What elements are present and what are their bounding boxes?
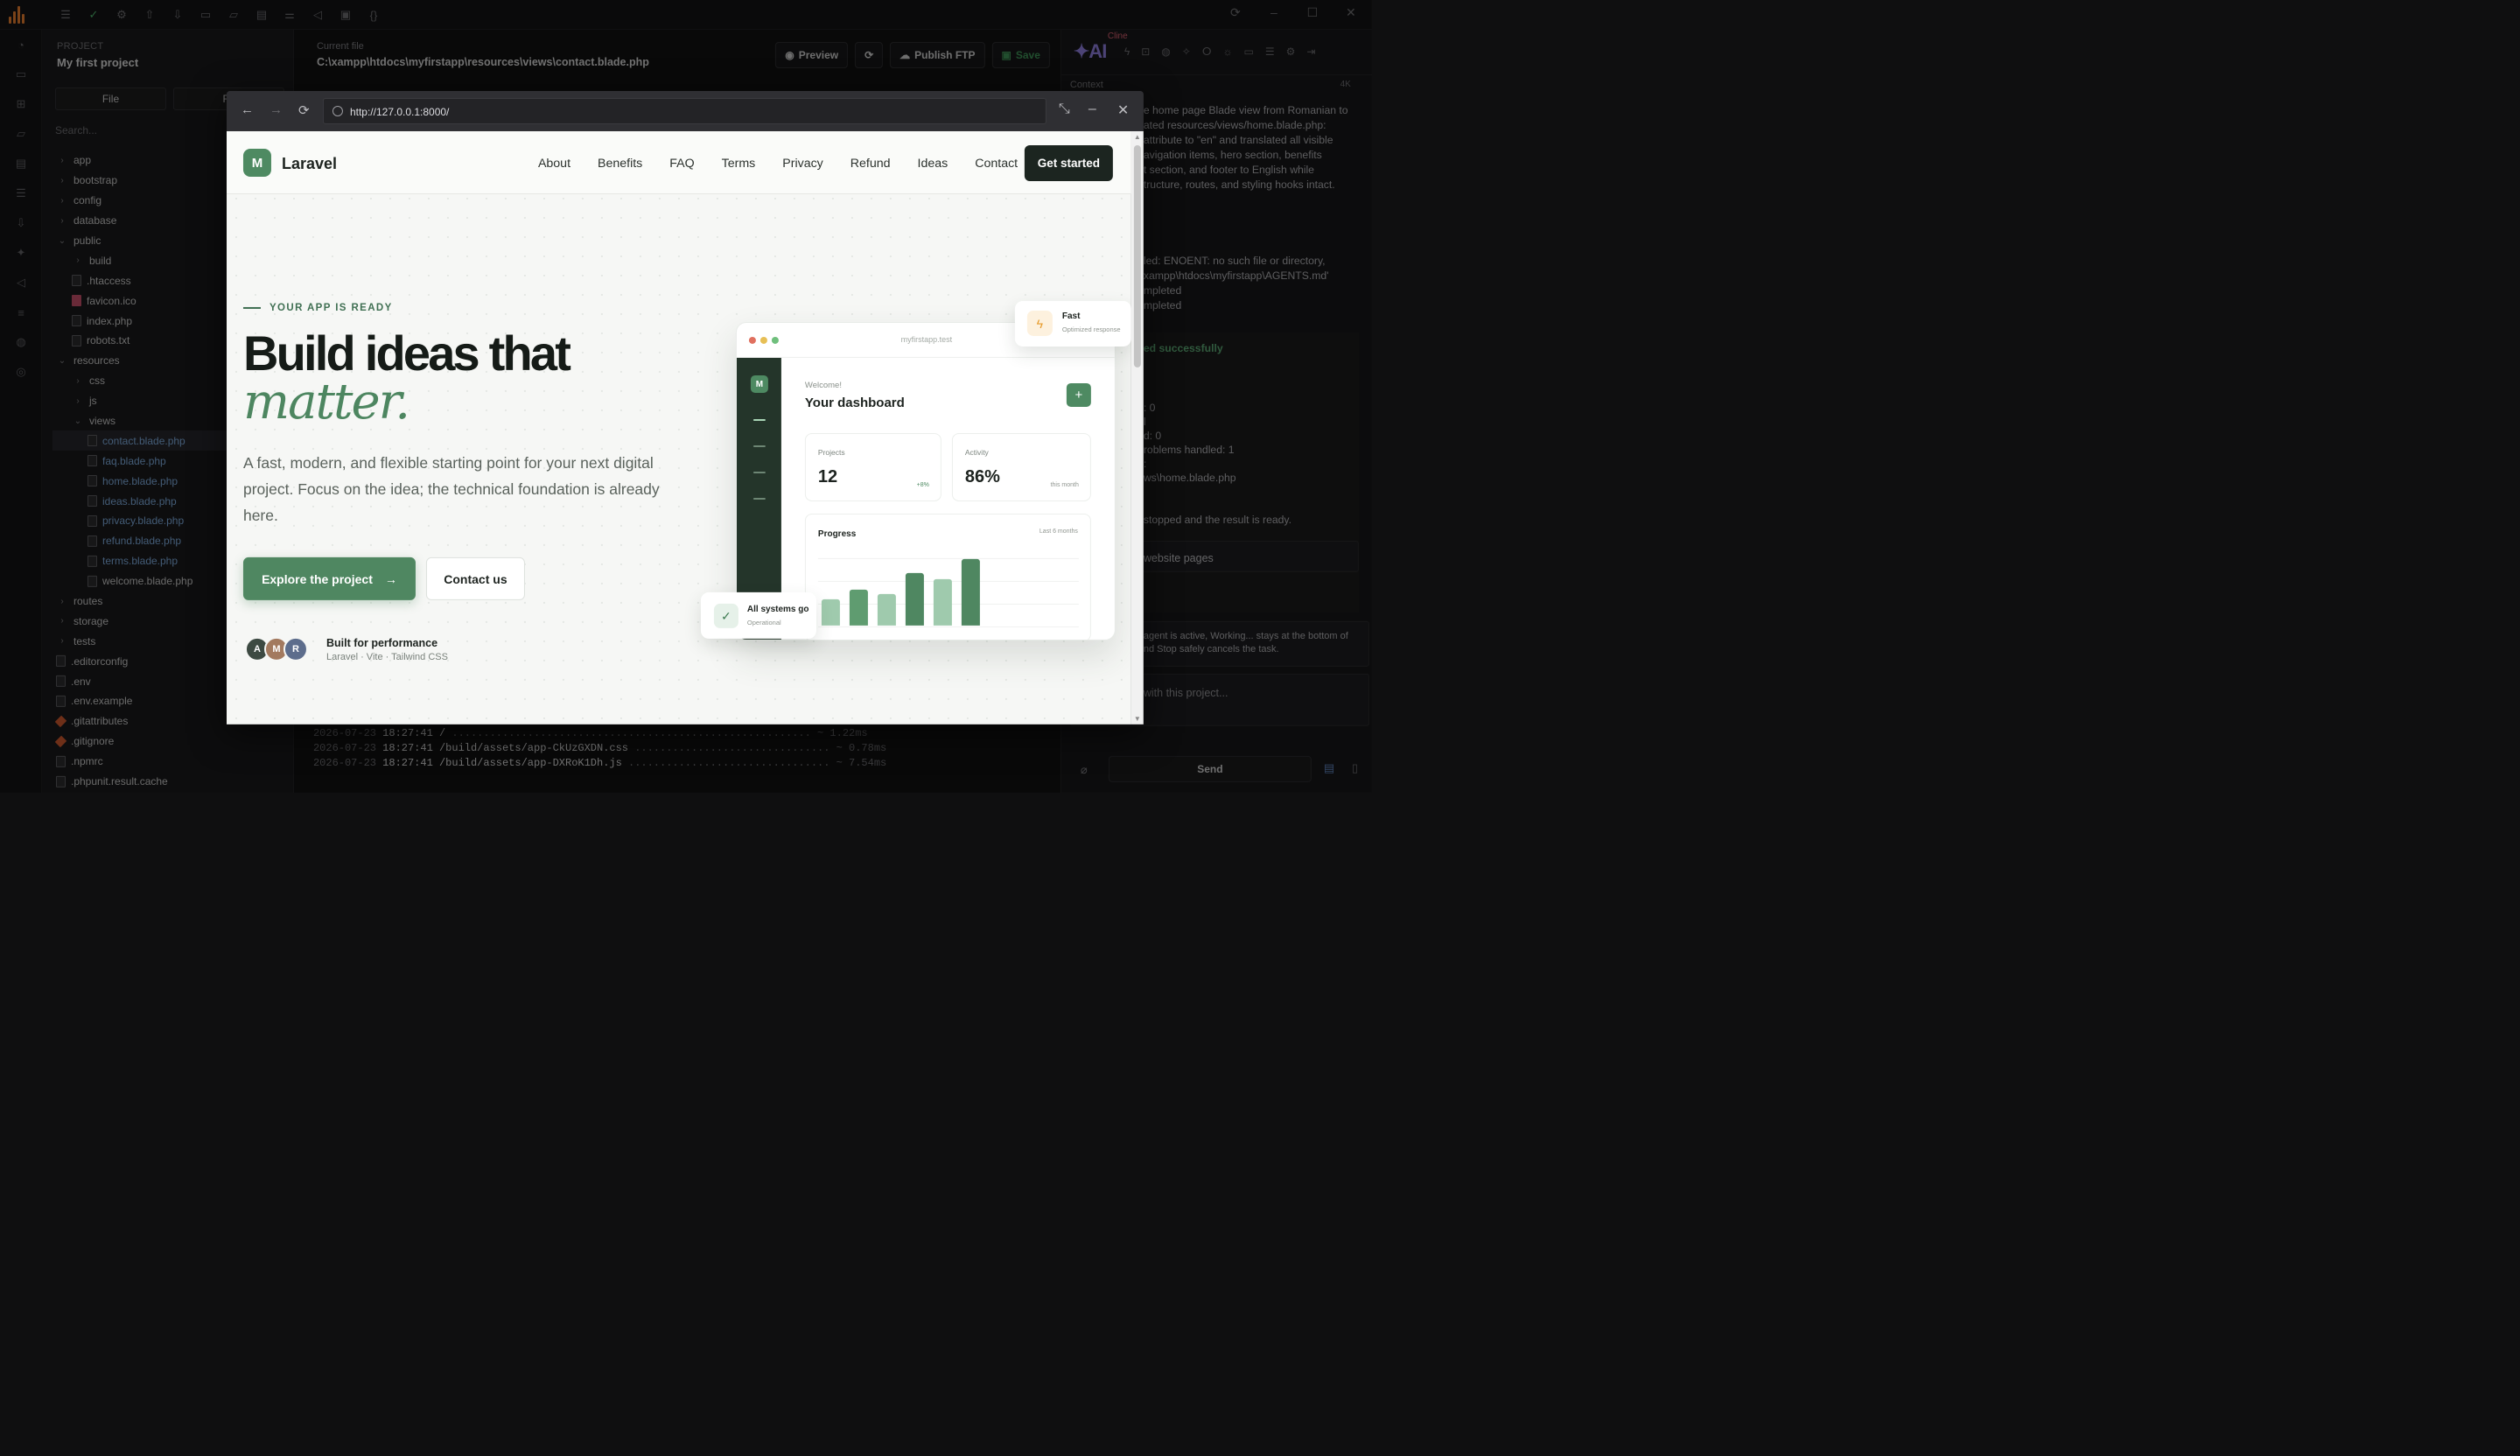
- nav-link-faq[interactable]: FAQ: [669, 157, 694, 171]
- check-icon: ✓: [713, 603, 738, 628]
- contact-us-button[interactable]: Contact us: [425, 556, 525, 600]
- stat-label: Projects: [817, 447, 845, 457]
- browser-toolbar: ← → ⟳ http://127.0.0.1:8000/ ⤡ – ✕: [226, 90, 1144, 131]
- browser-preview-window: ← → ⟳ http://127.0.0.1:8000/ ⤡ – ✕ M Lar…: [226, 90, 1144, 724]
- back-icon[interactable]: ←: [241, 102, 254, 117]
- mock-nav-line: [752, 418, 766, 421]
- progress-bar: [961, 558, 980, 626]
- progress-bar: [821, 598, 840, 626]
- site-navbar: M Laravel About Benefits FAQ Terms Privacy Re…: [226, 130, 1131, 194]
- reload-icon[interactable]: ⟳: [298, 102, 310, 118]
- progress-bar: [933, 578, 952, 626]
- laravel-page: M Laravel About Benefits FAQ Terms Privacy Re…: [226, 130, 1131, 724]
- mock-dashboard-title: Your dashboard: [804, 395, 905, 410]
- perf-title: Built for performance: [326, 636, 438, 649]
- fast-subtitle: Optimized response: [1061, 325, 1121, 333]
- systems-subtitle: Operational: [746, 618, 781, 626]
- fast-badge: ϟ Fast Optimized response: [1014, 300, 1131, 346]
- progress-bar: [849, 589, 868, 626]
- bolt-icon: ϟ: [1026, 310, 1053, 336]
- nav-link-terms[interactable]: Terms: [722, 157, 756, 171]
- nav-link-refund[interactable]: Refund: [850, 157, 891, 171]
- mock-nav-line: [752, 497, 766, 500]
- avatar: R: [283, 636, 308, 662]
- progress-title: Progress: [817, 528, 857, 539]
- nav-link-privacy[interactable]: Privacy: [782, 157, 823, 171]
- scroll-up-icon[interactable]: ▲: [1134, 133, 1141, 141]
- explore-project-button[interactable]: Explore the project →: [242, 556, 416, 600]
- systems-badge: ✓ All systems go Operational: [700, 592, 816, 639]
- stat-projects: Projects 12 +8%: [804, 432, 942, 501]
- brand-name[interactable]: Laravel: [282, 155, 337, 173]
- get-started-button[interactable]: Get started: [1024, 144, 1113, 181]
- minimize-icon[interactable]: –: [1088, 102, 1096, 117]
- systems-title: All systems go: [746, 604, 809, 614]
- url-bar[interactable]: http://127.0.0.1:8000/: [322, 97, 1046, 124]
- avatar-stack: AMR: [244, 636, 308, 662]
- scroll-thumb[interactable]: [1133, 144, 1141, 368]
- perf-subtitle: Laravel · Vite · Tailwind CSS: [326, 651, 448, 662]
- lead-paragraph: A fast, modern, and flexible starting po…: [242, 453, 660, 524]
- headline-accent: matter.: [242, 373, 410, 430]
- mock-welcome: Welcome!: [804, 380, 842, 390]
- forward-icon[interactable]: →: [270, 102, 283, 117]
- nav-link-about[interactable]: About: [538, 157, 570, 171]
- mock-nav-line: [752, 444, 766, 447]
- stat-value: 12: [817, 466, 838, 486]
- collapse-icon[interactable]: ⤡: [1059, 102, 1070, 117]
- url-text[interactable]: http://127.0.0.1:8000/: [350, 106, 449, 118]
- progress-card: Progress Last 6 months: [804, 513, 1091, 640]
- stat-label: Activity: [964, 447, 989, 457]
- globe-icon: [332, 105, 343, 116]
- nav-link-ideas[interactable]: Ideas: [918, 157, 948, 171]
- mock-logo: M: [750, 374, 768, 393]
- headline: Build ideas that: [242, 325, 571, 381]
- site-nav-links: About Benefits FAQ Terms Privacy Refund Ideas C…: [538, 157, 1045, 171]
- progress-bar: [877, 593, 896, 626]
- explore-label: Explore the project: [262, 571, 373, 586]
- nav-link-contact[interactable]: Contact: [975, 157, 1018, 171]
- brand-logo[interactable]: M: [242, 148, 271, 177]
- progress-range: Last 6 months: [1039, 528, 1078, 535]
- mock-nav-line: [752, 471, 766, 473]
- progress-bar: [905, 572, 924, 626]
- fast-title: Fast: [1061, 311, 1081, 321]
- mock-plus-icon: +: [1066, 382, 1091, 407]
- close-icon[interactable]: ✕: [1117, 102, 1129, 119]
- stat-delta: this month: [1050, 481, 1079, 488]
- eyebrow: YOUR APP IS READY: [243, 303, 393, 313]
- scroll-down-icon[interactable]: ▼: [1134, 715, 1141, 723]
- stat-activity: Activity 86% this month: [951, 432, 1091, 501]
- nav-link-benefits[interactable]: Benefits: [598, 157, 642, 171]
- page-scrollbar[interactable]: ▲ ▼: [1130, 130, 1144, 724]
- arrow-right-icon: →: [384, 571, 397, 586]
- stat-delta: +8%: [916, 481, 929, 488]
- stat-value: 86%: [964, 466, 1000, 486]
